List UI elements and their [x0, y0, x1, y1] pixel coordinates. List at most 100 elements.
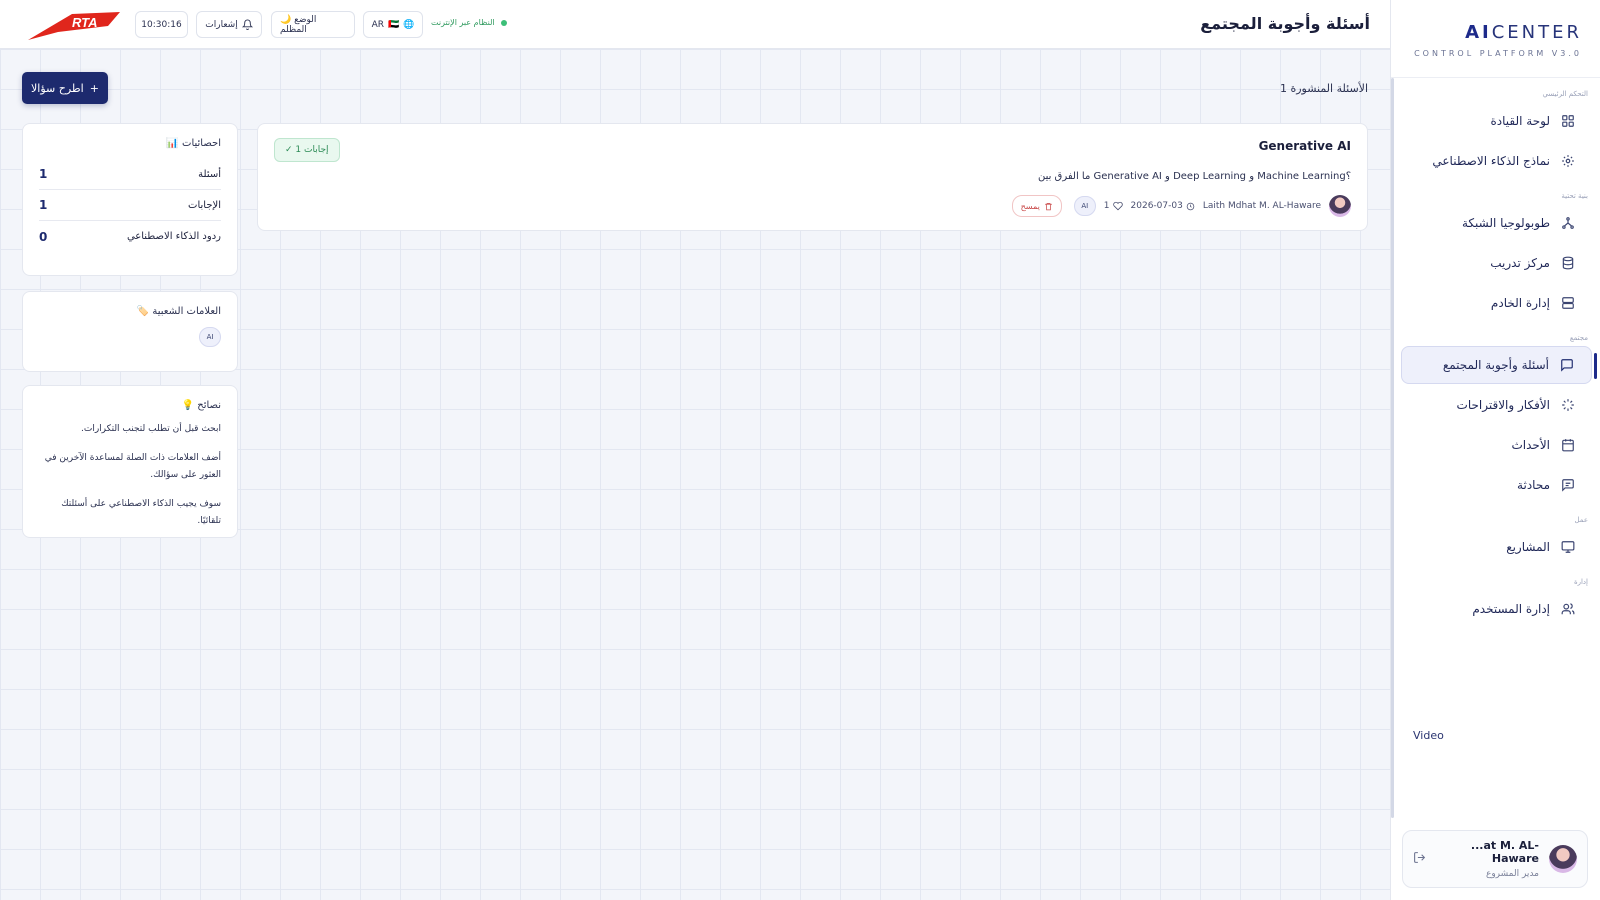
nav-section-work: عمل	[1574, 516, 1588, 524]
popular-tag[interactable]: AI	[199, 327, 221, 347]
sidebar-item-qa[interactable]: أسئلة وأجوبة المجتمع	[1401, 346, 1597, 384]
published-count: 1 الأسئلة المنشورة	[1279, 82, 1368, 95]
system-status: النظام عبر الإنترنت	[431, 18, 507, 27]
ask-question-button[interactable]: اطرح سؤالا +	[22, 72, 108, 104]
nav-section-admin: إدارة	[1573, 578, 1588, 586]
language-code: AR	[371, 19, 384, 30]
sun-icon	[1560, 153, 1576, 169]
stat-row: الإجابات 1	[39, 190, 221, 221]
stat-label: ردود الذكاء الاصطناعي	[126, 231, 221, 242]
message-square-icon	[1559, 357, 1575, 373]
like-button[interactable]: 1	[1104, 201, 1123, 211]
trash-icon	[1044, 202, 1052, 210]
stat-value: 0	[39, 229, 48, 244]
popular-tags-title: 🏷️ العلامات الشعبية	[136, 306, 221, 317]
sidebar-item-users[interactable]: إدارة المستخدم	[1401, 590, 1592, 628]
heart-icon	[1112, 201, 1123, 211]
dark-mode-label: 🌙 الوضع المظلم	[280, 14, 317, 35]
top-header: RTA 10:30:16 إشعارات 🌙 الوضع المظلم AR 🇦…	[0, 0, 1390, 49]
sidebar: AICENTER CONTROL PLATFORM V3.0 التحكم ال…	[1390, 0, 1600, 900]
ask-question-label: اطرح سؤالا	[31, 81, 84, 95]
status-text: النظام عبر الإنترنت	[431, 18, 495, 27]
user-profile-card[interactable]: ...at M. AL-Haware مدير المشروع	[1402, 830, 1588, 888]
calendar-icon	[1560, 437, 1576, 453]
sidebar-item-chat[interactable]: محادثة	[1401, 466, 1592, 504]
tips-card: 💡 نصائح ابحث قبل أن تطلب لتجنب التكرارات…	[22, 385, 238, 538]
sidebar-item-label: مركز تدريب	[1490, 256, 1550, 270]
user-avatar	[1549, 845, 1577, 873]
sidebar-item-label: طوبولوجيا الشبكة	[1461, 216, 1550, 230]
tip-item: سوف يجيب الذكاء الاصطناعي على أسئلتك تلق…	[61, 499, 221, 526]
tip-item: ابحث قبل أن تطلب لتجنب التكرارات.	[80, 424, 221, 434]
sidebar-item-label: أسئلة وأجوبة المجتمع	[1442, 358, 1549, 372]
loader-icon	[1560, 397, 1576, 413]
dark-mode-toggle[interactable]: 🌙 الوضع المظلم	[271, 11, 355, 38]
sidebar-item-projects[interactable]: المشاريع	[1401, 528, 1592, 566]
brand-title-rest: CENTER	[1491, 22, 1582, 43]
sidebar-item-label: إدارة المستخدم	[1472, 602, 1550, 616]
sidebar-item-training[interactable]: مركز تدريب	[1401, 244, 1592, 282]
sidebar-item-label: الأحداث	[1511, 438, 1550, 452]
plus-icon: +	[89, 81, 99, 95]
stat-label: الإجابات	[188, 199, 221, 211]
globe-icon: 🌐	[403, 19, 415, 30]
video-link[interactable]: Video	[1413, 729, 1444, 742]
sidebar-item-label: لوحة القيادة	[1490, 114, 1551, 128]
question-tag[interactable]: AI	[1073, 196, 1096, 216]
clock-text: 10:30:16	[141, 19, 182, 30]
uae-flag-icon: 🇦🇪	[388, 19, 400, 30]
user-role: مدير المشروع	[1485, 869, 1539, 879]
sidebar-item-label: إدارة الخادم	[1490, 296, 1550, 310]
answers-badge[interactable]: ✓ 1 إجابات	[274, 138, 340, 162]
nav-section-infra: بنية تحتية	[1561, 192, 1588, 200]
stat-row: أسئلة 1	[39, 159, 221, 190]
sidebar-item-dashboard[interactable]: لوحة القيادة	[1401, 102, 1592, 140]
clock-icon	[1186, 202, 1195, 210]
like-count: 1	[1103, 201, 1110, 211]
question-body: ما الفرق بين Generative AI و Deep Learni…	[1037, 171, 1351, 182]
page-title: أسئلة وأجوبة المجتمع	[1200, 14, 1370, 33]
question-card[interactable]: ✓ 1 إجابات Generative AI ما الفرق بين Ge…	[257, 123, 1368, 231]
tips-title: 💡 نصائح	[181, 400, 221, 411]
sidebar-item-label: المشاريع	[1506, 540, 1550, 554]
stat-value: 1	[39, 167, 48, 181]
sidebar-item-events[interactable]: الأحداث	[1401, 426, 1592, 464]
date-meta: 2026-07-03	[1131, 201, 1195, 211]
notifications-label: إشعارات	[205, 19, 238, 30]
notifications-button[interactable]: إشعارات	[196, 11, 262, 38]
brand: AICENTER CONTROL PLATFORM V3.0	[1391, 0, 1600, 78]
author-name: Laith Mdhat M. AL-Haware	[1202, 201, 1321, 211]
brand-subtitle: CONTROL PLATFORM V3.0	[1414, 49, 1582, 58]
nav-section-community: مجتمع	[1569, 334, 1588, 342]
sidebar-item-ai-models[interactable]: نماذج الذكاء الاصطناعي	[1401, 142, 1592, 180]
sidebar-item-label: محادثة	[1517, 478, 1550, 492]
sidebar-scrollbar[interactable]	[1391, 78, 1394, 818]
users-icon	[1560, 601, 1576, 617]
rta-logo: RTA	[28, 12, 120, 40]
chat-icon	[1560, 477, 1576, 493]
sidebar-item-servers[interactable]: إدارة الخادم	[1401, 284, 1592, 322]
sidebar-item-ideas[interactable]: الأفكار والاقتراحات	[1401, 386, 1592, 424]
user-info: ...at M. AL-Haware مدير المشروع	[1436, 839, 1539, 879]
logout-icon[interactable]	[1413, 851, 1426, 867]
delete-button[interactable]: يمسح	[1011, 195, 1062, 217]
question-date: 2026-07-03	[1130, 201, 1183, 211]
author-avatar	[1329, 195, 1351, 217]
language-selector[interactable]: AR 🇦🇪 🌐	[363, 11, 423, 38]
stat-label: أسئلة	[198, 168, 221, 180]
stats-card: 📊 احصائيات أسئلة 1 الإجابات 1 ردود الذكا…	[22, 123, 238, 276]
database-icon	[1560, 255, 1576, 271]
monitor-icon	[1560, 539, 1576, 555]
sidebar-item-topology[interactable]: طوبولوجيا الشبكة	[1401, 204, 1592, 242]
stat-value: 1	[39, 198, 48, 212]
delete-label: يمسح	[1020, 201, 1040, 211]
dashboard-grid-icon	[1560, 113, 1576, 129]
bell-icon	[241, 19, 253, 30]
brand-title-strong: AI	[1465, 22, 1492, 43]
question-title[interactable]: Generative AI	[1259, 139, 1351, 153]
status-dot-icon	[500, 19, 507, 26]
user-name: ...at M. AL-Haware	[1470, 839, 1539, 865]
nav-section-main: التحكم الرئيسي	[1542, 90, 1588, 98]
sidebar-item-label: الأفكار والاقتراحات	[1456, 398, 1550, 412]
svg-text:RTA: RTA	[72, 15, 98, 30]
